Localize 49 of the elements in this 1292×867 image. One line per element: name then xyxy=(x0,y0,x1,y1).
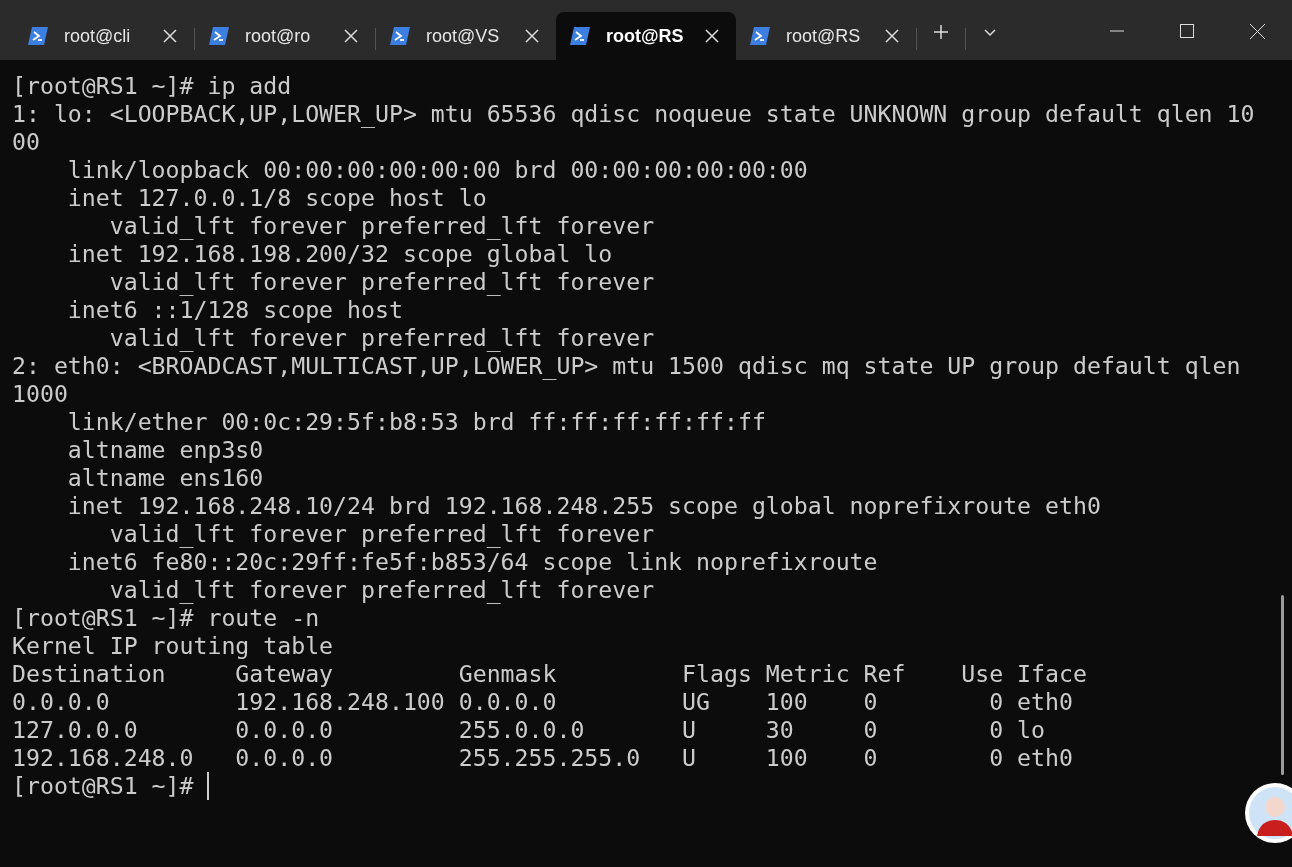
plus-icon xyxy=(933,24,949,40)
minimize-icon xyxy=(1110,30,1124,32)
terminal-line: link/loopback 00:00:00:00:00:00 brd 00:00:00:00:00:00 xyxy=(66,156,808,184)
terminal-line: altname ens160 xyxy=(66,464,264,492)
close-icon[interactable] xyxy=(343,28,359,44)
terminal-line: 1000 xyxy=(12,380,68,408)
terminal-line: 127.0.0.0 0.0.0.0 255.0.0.0 U 30 0 0 lo xyxy=(12,716,1046,744)
tab[interactable]: root@RS xyxy=(556,12,736,60)
terminal-line: Destination Gateway Genmask Flags Metric Ref Use Iface xyxy=(12,660,1087,688)
terminal-line: inet6 ::1/128 scope host xyxy=(66,296,403,324)
terminal-line: 0.0.0.0 192.168.248.100 0.0.0.0 UG 100 0 0 eth0 xyxy=(12,688,1073,716)
terminal-line: valid_lft forever preferred_lft forever xyxy=(108,212,655,240)
terminal-line: Kernel IP routing table xyxy=(12,632,334,660)
terminal-line: 1: lo: <LOOPBACK,UP,LOWER_UP> mtu 65536 qdisc noqueue state UNKNOWN group default qlen 10 xyxy=(12,100,1255,128)
prompt: [root@RS1 ~]# xyxy=(12,772,194,800)
tab[interactable]: root@cli xyxy=(14,12,194,60)
terminal-line: altname enp3s0 xyxy=(66,436,264,464)
terminal-line: valid_lft forever preferred_lft forever xyxy=(108,324,655,352)
terminal-line: 00 xyxy=(12,128,40,156)
terminal-icon xyxy=(390,27,410,45)
close-icon[interactable] xyxy=(524,28,540,44)
chevron-icon xyxy=(983,27,997,37)
terminal-icon xyxy=(209,27,229,45)
terminal-line: inet 192.168.248.10/24 brd 192.168.248.255 scope global noprefixroute eth0 xyxy=(66,492,1101,520)
terminal-line: valid_lft forever preferred_lft forever xyxy=(108,268,655,296)
tab[interactable]: root@ro xyxy=(195,12,375,60)
terminal-line: 192.168.248.0 0.0.0.0 255.255.255.0 U 100 0 0 eth0 xyxy=(12,744,1073,772)
maximize-icon xyxy=(1180,24,1194,38)
terminal-icon xyxy=(570,27,590,45)
terminal-line: inet 192.168.198.200/32 scope global lo xyxy=(66,240,613,268)
text-cursor xyxy=(207,772,210,800)
terminal-line: valid_lft forever preferred_lft forever xyxy=(108,576,655,604)
terminal-line: 2: eth0: <BROADCAST,MULTICAST,UP,LOWER_UP> mtu 1500 qdisc mq state UP group default qlen xyxy=(12,352,1241,380)
terminal-line: [root@RS1 ~]# route -n xyxy=(12,604,320,632)
terminal-line: valid_lft forever preferred_lft forever xyxy=(108,520,655,548)
scrollbar[interactable] xyxy=(1281,595,1284,775)
close-icon[interactable] xyxy=(704,28,720,44)
terminal-line: inet 127.0.0.1/8 scope host lo xyxy=(66,184,487,212)
terminal-line: link/ether 00:0c:29:5f:b8:53 brd ff:ff:ff:ff:ff:ff xyxy=(66,408,766,436)
close-icon xyxy=(1249,23,1265,39)
avatar-icon[interactable] xyxy=(1244,782,1292,844)
close-icon[interactable] xyxy=(884,28,900,44)
terminal-line: [root@RS1 ~]# ip add xyxy=(12,72,292,100)
terminal-line: inet6 fe80::20c:29ff:fe5f:b853/64 scope link noprefixroute xyxy=(66,548,878,576)
tab[interactable]: root@RS xyxy=(736,12,916,60)
tab[interactable]: root@VS xyxy=(376,12,556,60)
terminal-icon xyxy=(28,27,48,45)
close-icon[interactable] xyxy=(162,28,178,44)
terminal-icon xyxy=(750,27,770,45)
